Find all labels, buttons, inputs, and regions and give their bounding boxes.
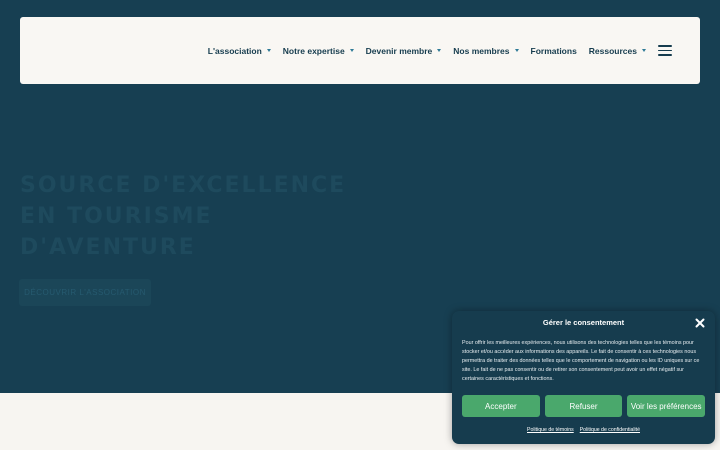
site-header: L'association Notre expertise Devenir me…: [20, 17, 700, 84]
hero-title: SOURCE D'EXCELLENCE EN TOURISME D'AVENTU…: [20, 170, 380, 263]
nav-item-ressources[interactable]: Ressources: [589, 46, 646, 56]
nav-item-label: Notre expertise: [282, 45, 345, 56]
nav-item-label: Nos membres: [453, 45, 510, 56]
cookie-consent-dialog: Gérer le consentement Pour offrir les me…: [452, 311, 715, 444]
caret-down-icon: [514, 49, 519, 52]
caret-down-icon: [437, 49, 442, 52]
hero-title-line: SOURCE D'EXCELLENCE: [20, 173, 347, 198]
view-preferences-button[interactable]: Voir les préférences: [627, 395, 706, 417]
nav-item-expertise[interactable]: Notre expertise: [283, 46, 354, 56]
discover-association-button[interactable]: DÉCOUVRIR L'ASSOCIATION: [19, 279, 151, 306]
refuse-button[interactable]: Refuser: [544, 395, 623, 417]
hero-title-line: D'AVENTURE: [20, 235, 196, 260]
consent-actions: Accepter Refuser Voir les préférences: [462, 395, 706, 417]
nav-item-association[interactable]: L'association: [208, 46, 271, 56]
consent-description: Pour offrir les meilleures expériences, …: [462, 340, 700, 382]
hamburger-icon[interactable]: [658, 45, 672, 56]
nav-item-label: L'association: [207, 45, 262, 56]
caret-down-icon: [349, 49, 354, 52]
privacy-policy-link[interactable]: Politique de confidentialité: [580, 427, 640, 433]
hero-title-line: EN TOURISME: [20, 204, 213, 229]
nav-item-nos-membres[interactable]: Nos membres: [453, 45, 519, 56]
nav-item-label: Devenir membre: [365, 45, 433, 56]
nav-item-formations[interactable]: Formations: [531, 46, 577, 56]
caret-down-icon: [266, 49, 271, 52]
nav-item-label: Formations: [530, 45, 577, 56]
accept-button[interactable]: Accepter: [462, 395, 540, 417]
cookie-policy-link[interactable]: Politique de témoins: [527, 427, 574, 433]
caret-down-icon: [642, 49, 646, 52]
nav-item-devenir-membre[interactable]: Devenir membre: [366, 46, 442, 56]
consent-links: Politique de témoins Politique de confid…: [452, 427, 715, 433]
consent-title: Gérer le consentement: [542, 318, 625, 327]
nav-item-label: Ressources: [588, 45, 637, 56]
main-nav: L'association Notre expertise Devenir me…: [208, 46, 646, 56]
close-icon[interactable]: [695, 318, 705, 328]
